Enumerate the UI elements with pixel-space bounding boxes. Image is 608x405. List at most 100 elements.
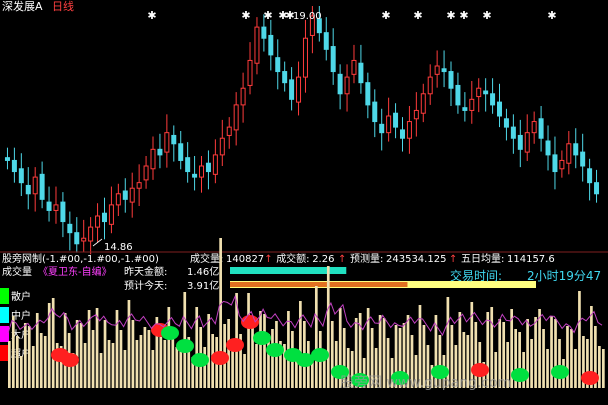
candle (95, 203, 101, 243)
volume-bar (574, 349, 577, 388)
event-marker: ✱ (413, 9, 422, 22)
volume-bar (75, 320, 79, 388)
volume-bar (542, 329, 545, 388)
candle (18, 153, 24, 196)
legend-item: 中户 (0, 307, 31, 323)
indicator-value: 140827 (226, 254, 264, 265)
candle (178, 131, 184, 170)
candle (39, 161, 45, 209)
candle (365, 72, 371, 119)
event-marker: ✱ (147, 9, 156, 22)
volume-bar (111, 343, 115, 388)
candle (192, 156, 198, 191)
volume-bar (570, 329, 573, 388)
indicator-label: 预测量: (350, 252, 383, 265)
volume-bar (123, 350, 127, 388)
volume-source: 《夏卫东-自编》 (38, 265, 112, 278)
candle (11, 147, 17, 183)
volume-bar (83, 343, 87, 388)
volume-bar (163, 340, 167, 388)
volume-bar (255, 344, 258, 388)
indicator-value: 243534.125 (386, 254, 446, 265)
candle (296, 61, 302, 116)
low-price-label: 14.86 (104, 242, 133, 253)
volume-header: 成交量 《夏卫东-自编》 昨天金额: 1.46亿 预计今天: 3.91亿 交易时… (2, 265, 601, 292)
candle (393, 103, 399, 139)
up-arrow-icon: ↑ (264, 254, 272, 265)
ribbon-segment (191, 353, 209, 367)
volume-bar (115, 310, 119, 388)
candle (372, 89, 378, 138)
ribbon-segment (241, 315, 259, 329)
volume-bar (135, 340, 139, 388)
indicator-label: 成交额: (276, 252, 309, 265)
legend-swatch (0, 326, 9, 342)
ribbon-segment (161, 326, 179, 340)
candle (344, 64, 350, 112)
candle (434, 50, 440, 88)
candle (566, 131, 572, 175)
candle (545, 125, 551, 171)
ribbon-segment (211, 351, 229, 365)
volume-bar (326, 266, 330, 388)
ribbon-segment (266, 343, 284, 357)
candle (247, 42, 253, 95)
candle (330, 28, 336, 85)
ribbon-segment (511, 368, 529, 382)
indicator-items: 成交量: 140827 ↑ 成交额: 2.26 ↑ 预测量: 243534.125 ↑ 五日均量:… (190, 252, 555, 265)
candle (46, 186, 52, 222)
candle (427, 64, 433, 105)
volume-bar (19, 356, 23, 388)
volume-bar (314, 286, 318, 388)
candle (164, 114, 170, 168)
candle (580, 133, 586, 182)
candle (448, 61, 454, 106)
candle (490, 78, 496, 114)
candle (469, 81, 475, 124)
candle (462, 92, 468, 122)
candle (268, 19, 274, 71)
legend-swatch (0, 307, 9, 323)
candle (53, 186, 59, 224)
volume-bar (247, 293, 250, 388)
volume-bar (11, 316, 15, 388)
up-arrow-icon: ↑ (449, 254, 457, 265)
indicator-item: 五日均量: 114157.6 (461, 253, 555, 265)
candle (205, 150, 211, 190)
stock-chart: 深发展A 日线 ✱ ✱ ✱ ✱✱ ✱ ✱ ✱ ✱ ✱ ✱ 19.00 14.86 股旁网制(-1.… (0, 0, 608, 391)
candle (275, 39, 281, 90)
candle (358, 44, 364, 94)
legend-swatch (0, 345, 9, 361)
volume-bar (530, 339, 533, 388)
candle (108, 186, 114, 234)
candle (60, 192, 66, 238)
indicator-line: 股旁网制(-1.#00,-1.#00,-1.#00) 成交量: 140827 ↑ 成交… (2, 252, 555, 265)
event-marker: ✱ (547, 9, 556, 22)
yesterday-label: 昨天金额: (124, 265, 167, 278)
event-marker: ✱ (482, 9, 491, 22)
yesterday-value: 1.46亿 (187, 265, 219, 278)
indicator-value: 114157.6 (507, 254, 555, 265)
volume-bar (151, 350, 155, 388)
volume-bar (550, 316, 553, 388)
candle (483, 78, 489, 112)
candle (254, 17, 260, 75)
candle (143, 156, 149, 189)
event-markers: ✱ ✱ ✱ ✱✱ ✱ ✱ ✱ ✱ ✱ ✱ (147, 9, 556, 22)
watermark: 股旁网 www.gupang.com (340, 374, 511, 391)
legend-label: 散户 (11, 290, 31, 303)
candle (122, 178, 128, 213)
candle (171, 125, 177, 162)
price-panel: 深发展A 日线 ✱ ✱ ✱ ✱✱ ✱ ✱ ✱ ✱ ✱ ✱ 19.00 14.86 (2, 0, 600, 255)
volume-bar (259, 311, 262, 388)
event-marker: ✱ (459, 9, 468, 22)
volume-bar (139, 335, 143, 388)
volume-bar (99, 353, 103, 388)
candle (420, 83, 426, 123)
candle (538, 106, 544, 152)
candle (524, 114, 530, 161)
candle (88, 217, 94, 255)
candle (399, 117, 405, 152)
volume-bar (179, 350, 183, 388)
indicator-item: 成交量: 140827 ↑ (190, 252, 273, 265)
